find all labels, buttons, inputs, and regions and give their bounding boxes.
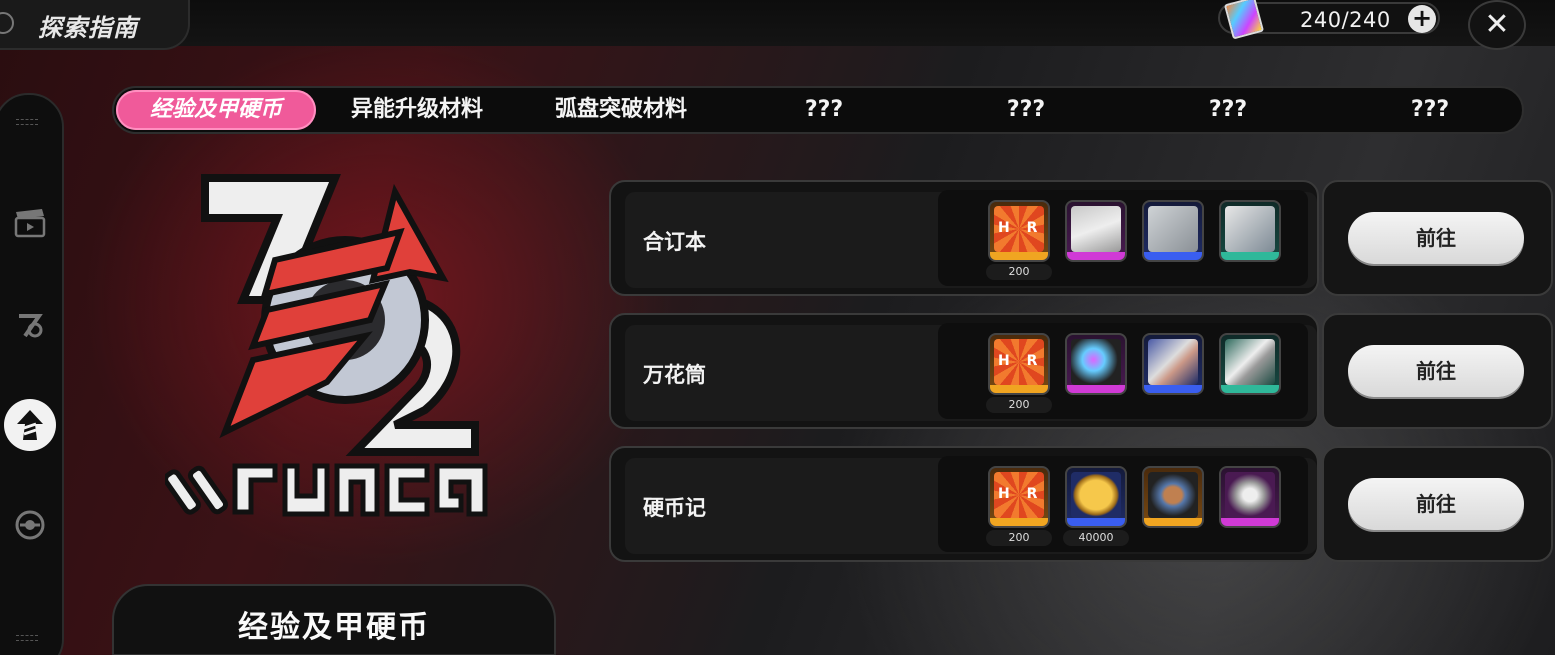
go-button[interactable]: 前往 xyxy=(1348,212,1524,264)
kaleidoscope-tube-green-icon[interactable] xyxy=(1219,333,1281,395)
rank-icon[interactable] xyxy=(2,297,58,353)
tab-locked[interactable]: ??? xyxy=(1380,88,1480,132)
top-bar: 探索指南 240/240 + ✕ xyxy=(0,0,1555,50)
go-button[interactable]: 前往 xyxy=(1348,345,1524,397)
title-pill: 探索指南 xyxy=(0,0,190,50)
selected-category-bar: 经验及甲硬币 xyxy=(112,584,556,655)
upgrade-arrow-icon[interactable] xyxy=(2,397,58,453)
entry-label: 万花筒 xyxy=(643,363,706,387)
tape-document-icon[interactable] xyxy=(1065,200,1127,262)
category-logo xyxy=(163,170,525,540)
document-stack-icon[interactable] xyxy=(1142,200,1204,262)
item-count: 40000 xyxy=(1063,530,1129,546)
tab-locked[interactable]: ??? xyxy=(774,88,874,132)
entry-label: 合订本 xyxy=(643,230,706,254)
rail-divider xyxy=(16,119,38,125)
selected-category-name: 经验及甲硬币 xyxy=(238,610,430,645)
item-count: 200 xyxy=(986,264,1052,280)
back-icon[interactable] xyxy=(0,12,14,34)
reward-items: 200 40000 xyxy=(938,456,1308,552)
item-count: 200 xyxy=(986,530,1052,546)
spool-icon[interactable] xyxy=(1142,466,1204,528)
entry-panel: 万花筒 200 xyxy=(609,313,1319,429)
energy-value: 240/240 xyxy=(1300,8,1391,32)
close-button[interactable]: ✕ xyxy=(1468,0,1526,50)
reward-items: 200 xyxy=(938,190,1308,286)
entry-row: 硬币记 200 40000 前往 xyxy=(609,446,1553,564)
hunter-emblem-icon[interactable] xyxy=(988,466,1050,528)
hunter-emblem-icon[interactable] xyxy=(988,200,1050,262)
silver-spool-icon[interactable] xyxy=(1219,466,1281,528)
go-area: 前往 xyxy=(1322,313,1553,429)
category-tabs: 经验及甲硬币 异能升级材料 弧盘突破材料 ??? ??? ??? ??? xyxy=(112,86,1524,134)
energy-counter: 240/240 + xyxy=(1218,0,1440,40)
reward-items: 200 xyxy=(938,323,1308,419)
kaleidoscope-tube-purple-icon[interactable] xyxy=(1065,333,1127,395)
kaleidoscope-tube-blue-icon[interactable] xyxy=(1142,333,1204,395)
coin-icon[interactable] xyxy=(2,497,58,553)
entry-label: 硬币记 xyxy=(643,496,706,520)
gold-coin-icon[interactable] xyxy=(1065,466,1127,528)
tab-skill-materials[interactable]: 异能升级材料 xyxy=(322,88,512,132)
side-rail xyxy=(0,93,64,655)
book-stack-icon[interactable] xyxy=(1219,200,1281,262)
clapper-icon[interactable] xyxy=(2,195,58,251)
tab-disc-materials[interactable]: 弧盘突破材料 xyxy=(526,88,716,132)
hunter-emblem-icon[interactable] xyxy=(988,333,1050,395)
energy-card-icon xyxy=(1223,0,1265,40)
entry-panel: 合订本 200 xyxy=(609,180,1319,296)
tab-locked[interactable]: ??? xyxy=(1178,88,1278,132)
entry-row: 万花筒 200 前往 xyxy=(609,313,1553,431)
rail-divider xyxy=(16,635,38,641)
go-button[interactable]: 前往 xyxy=(1348,478,1524,530)
page-title: 探索指南 xyxy=(38,14,138,42)
entry-panel: 硬币记 200 40000 xyxy=(609,446,1319,562)
go-area: 前往 xyxy=(1322,180,1553,296)
entry-row: 合订本 200 前往 xyxy=(609,180,1553,298)
go-area: 前往 xyxy=(1322,446,1553,562)
tab-locked[interactable]: ??? xyxy=(976,88,1076,132)
item-count: 200 xyxy=(986,397,1052,413)
add-energy-icon[interactable]: + xyxy=(1408,5,1436,33)
tab-exp-coins[interactable]: 经验及甲硬币 xyxy=(116,90,316,130)
